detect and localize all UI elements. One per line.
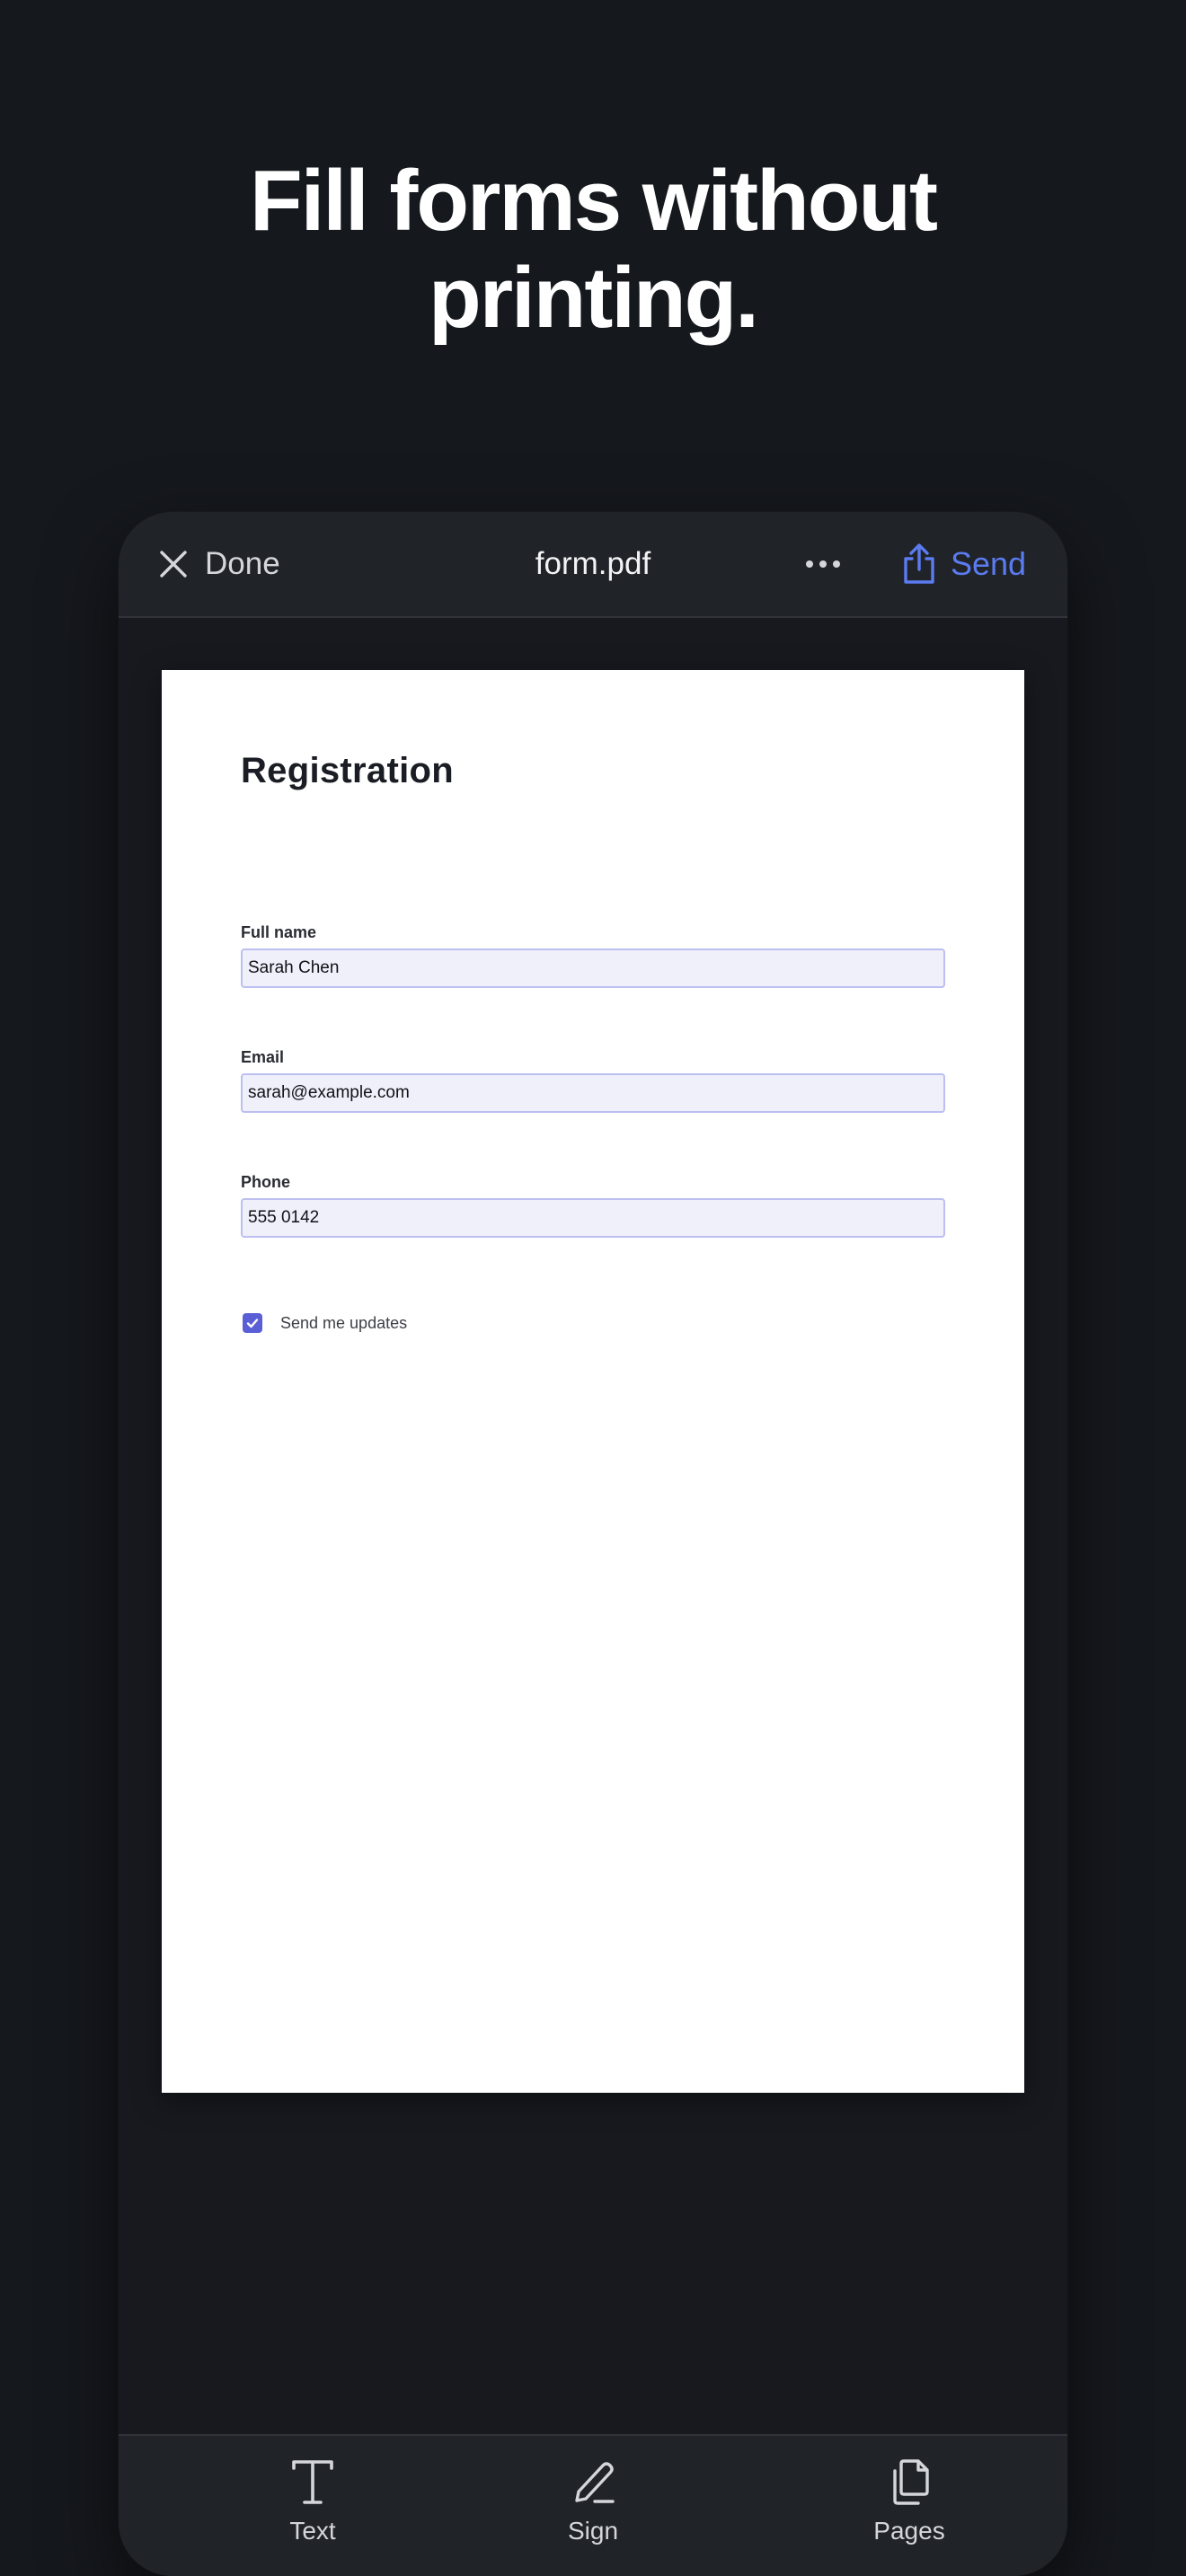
headline-line-1: Fill forms without — [250, 153, 938, 249]
bottom-toolbar: Text Sign Pages — [119, 2434, 1067, 2576]
full-name-label: Full name — [241, 923, 317, 941]
text-icon — [292, 2460, 333, 2504]
sign-tool-label: Sign — [567, 2517, 619, 2545]
updates-checkbox-row[interactable]: Send me updates — [243, 1313, 407, 1333]
pen-icon — [575, 2462, 615, 2503]
share-icon — [904, 543, 934, 584]
done-label: Done — [205, 546, 280, 581]
pages-tool-label: Pages — [873, 2517, 945, 2545]
form-title: Registration — [241, 751, 454, 790]
updates-checkbox-label: Send me updates — [280, 1313, 408, 1332]
email-label: Email — [241, 1048, 285, 1066]
phone-field[interactable]: 555 0142 — [241, 1198, 945, 1238]
close-icon — [160, 551, 187, 578]
sign-tool-button[interactable]: Sign — [512, 2457, 674, 2556]
pdf-page: Registration Full name Sarah Chen Email … — [162, 670, 1024, 2093]
updates-checkbox[interactable] — [243, 1313, 262, 1333]
headline: Fill forms without printing. — [0, 153, 1186, 347]
screen: Fill forms without printing. Done form.p… — [0, 0, 1186, 2576]
send-button[interactable]: Send — [900, 539, 1026, 589]
send-label: Send — [951, 545, 1027, 582]
done-button[interactable]: Done — [158, 543, 280, 586]
more-button[interactable] — [794, 543, 852, 586]
checkmark-icon — [246, 1319, 259, 1328]
document-title: form.pdf — [535, 546, 651, 581]
headline-line-2: printing. — [429, 250, 759, 346]
top-bar: Done form.pdf Send — [119, 512, 1067, 618]
text-tool-button[interactable]: Text — [232, 2457, 394, 2556]
pages-tool-button[interactable]: Pages — [828, 2457, 990, 2556]
pages-icon — [893, 2459, 929, 2505]
text-tool-label: Text — [289, 2517, 336, 2545]
more-icon — [806, 560, 840, 568]
full-name-field[interactable]: Sarah Chen — [241, 948, 945, 988]
email-field[interactable]: sarah@example.com — [241, 1073, 945, 1113]
phone-label: Phone — [241, 1173, 291, 1191]
app-window: Done form.pdf Send Registration Full nam… — [119, 512, 1067, 2576]
